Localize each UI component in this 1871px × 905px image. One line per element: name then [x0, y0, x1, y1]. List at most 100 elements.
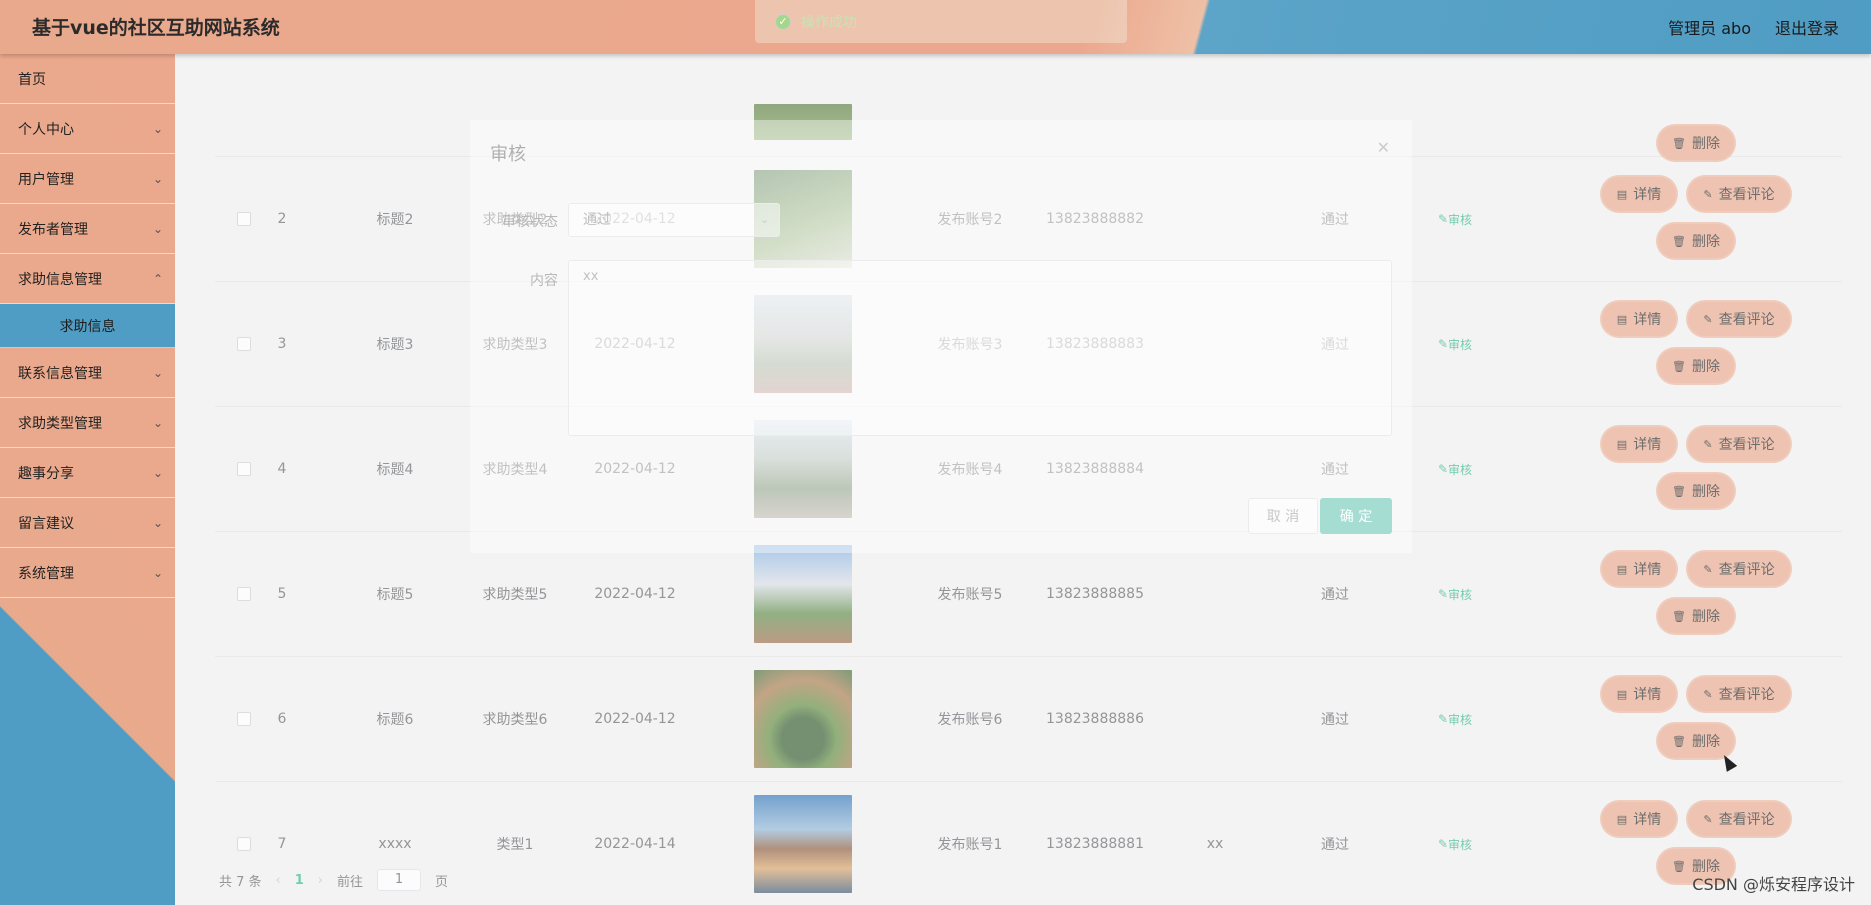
delete-button[interactable]: 🗑 删除	[1658, 224, 1734, 258]
detail-button[interactable]: ▤ 详情	[1602, 427, 1676, 461]
row-title: 标题2	[376, 212, 414, 228]
audit-link[interactable]: ✎ 审核	[1425, 157, 1485, 281]
audit-link[interactable]: ✎ 审核	[1425, 782, 1485, 905]
button-label: 删除	[1691, 359, 1720, 375]
row-checkbox[interactable]	[237, 337, 251, 351]
edit-icon: ✎	[1437, 337, 1449, 351]
trash-icon: 🗑	[1672, 234, 1686, 248]
row-content: xx	[1206, 836, 1224, 852]
audit-link[interactable]: ✎ 审核	[1425, 282, 1485, 406]
trash-icon: 🗑	[1672, 609, 1686, 623]
current-user[interactable]: 管理员 abo	[1668, 15, 1751, 39]
sidebar-item-help-types[interactable]: 求助类型管理 ⌄	[0, 398, 175, 448]
row-type: 求助类型6	[482, 712, 548, 728]
view-comments-button[interactable]: ✎ 查看评论	[1688, 802, 1790, 836]
goto-page-input[interactable]: 1	[377, 869, 422, 891]
confirm-button[interactable]: 确 定	[1320, 498, 1392, 534]
row-title: 标题4	[376, 462, 414, 478]
close-icon[interactable]: ✕	[1377, 138, 1390, 157]
row-checkbox[interactable]	[237, 712, 251, 726]
view-comments-button[interactable]: ✎ 查看评论	[1688, 177, 1790, 211]
row-index: 4	[277, 461, 287, 477]
delete-button[interactable]: 🗑 删除	[1658, 349, 1734, 383]
row-title: 标题3	[376, 337, 414, 353]
sidebar-item-label: 系统管理	[18, 565, 74, 582]
row-account: 发布账号1	[937, 837, 1003, 853]
audit-link[interactable]: ✎ 审核	[1425, 657, 1485, 781]
row-title: 标题6	[376, 712, 414, 728]
row-checkbox[interactable]	[237, 212, 251, 226]
sidebar-subitem-help-info[interactable]: 求助信息	[0, 304, 175, 348]
trash-icon: 🗑	[1672, 136, 1686, 150]
chevron-down-icon: ⌄	[152, 515, 163, 530]
status-select[interactable]: 通过 ⌄	[568, 203, 780, 237]
view-comments-button[interactable]: ✎ 查看评论	[1688, 302, 1790, 336]
sidebar-item-messages[interactable]: 留言建议 ⌄	[0, 498, 175, 548]
sidebar-item-system[interactable]: 系统管理 ⌄	[0, 548, 175, 598]
delete-button[interactable]: 🗑 删除	[1658, 474, 1734, 508]
row-thumbnail	[754, 795, 852, 893]
audit-link[interactable]: ✎ 审核	[1425, 532, 1485, 656]
check-circle-icon: ✓	[775, 13, 791, 30]
button-label: 查看评论	[1718, 437, 1775, 453]
sidebar-item-home[interactable]: 首页	[0, 54, 175, 104]
sidebar-item-help-info[interactable]: 求助信息管理 ⌃	[0, 254, 175, 304]
edit-icon: ✎	[1703, 437, 1713, 451]
sidebar: 首页 个人中心 ⌄ 用户管理 ⌄ 发布者管理 ⌄ 求助信息管理 ⌃ 求助信息 联系信息管…	[0, 54, 175, 905]
logout-button[interactable]: 退出登录	[1775, 15, 1839, 39]
sidebar-item-profile[interactable]: 个人中心 ⌄	[0, 104, 175, 154]
row-index: 2	[277, 211, 287, 227]
trash-icon: 🗑	[1672, 859, 1686, 873]
document-icon: ▤	[1616, 687, 1628, 701]
sidebar-item-label: 求助类型管理	[18, 415, 102, 432]
row-index: 3	[277, 336, 287, 352]
detail-button[interactable]: ▤ 详情	[1602, 802, 1676, 836]
content-textarea[interactable]: xx	[568, 260, 1392, 436]
sidebar-item-publishers[interactable]: 发布者管理 ⌄	[0, 204, 175, 254]
row-status: 通过	[1321, 837, 1349, 853]
sidebar-item-contact[interactable]: 联系信息管理 ⌄	[0, 348, 175, 398]
delete-button[interactable]: 🗑 删除	[1658, 126, 1734, 160]
next-page-icon[interactable]: ›	[318, 873, 323, 888]
sidebar-item-label: 用户管理	[18, 171, 74, 188]
edit-icon: ✎	[1437, 462, 1449, 476]
row-checkbox[interactable]	[237, 587, 251, 601]
trash-icon: 🗑	[1672, 734, 1686, 748]
sidebar-item-label: 留言建议	[18, 515, 74, 532]
button-label: 详情	[1633, 437, 1662, 453]
button-label: 查看评论	[1718, 312, 1775, 328]
pagination: 共 7 条 ‹ 1 › 前往 1 页	[219, 869, 448, 891]
dialog-title: 审核	[490, 144, 526, 165]
row-thumbnail	[754, 670, 852, 768]
page-number[interactable]: 1	[295, 873, 304, 888]
detail-button[interactable]: ▤ 详情	[1602, 177, 1676, 211]
sidebar-item-label: 求助信息管理	[18, 271, 102, 288]
row-date: 2022-04-14	[594, 836, 676, 852]
edit-icon: ✎	[1703, 187, 1713, 201]
sidebar-item-users[interactable]: 用户管理 ⌄	[0, 154, 175, 204]
chevron-down-icon: ⌄	[759, 213, 769, 226]
detail-button[interactable]: ▤ 详情	[1602, 302, 1676, 336]
view-comments-button[interactable]: ✎ 查看评论	[1688, 677, 1790, 711]
delete-button[interactable]: 🗑 删除	[1658, 724, 1734, 758]
edit-icon: ✎	[1437, 712, 1449, 726]
chevron-down-icon: ⌄	[152, 121, 163, 136]
audit-label: 审核	[1448, 462, 1473, 477]
prev-page-icon[interactable]: ‹	[276, 873, 281, 888]
sidebar-item-label: 发布者管理	[18, 221, 88, 238]
delete-button[interactable]: 🗑 删除	[1658, 599, 1734, 633]
detail-button[interactable]: ▤ 详情	[1602, 552, 1676, 586]
table-row: 6 标题6 求助类型6 2022-04-12 发布账号6 13823888886…	[215, 657, 1842, 782]
button-label: 查看评论	[1718, 812, 1775, 828]
row-checkbox[interactable]	[237, 837, 251, 851]
view-comments-button[interactable]: ✎ 查看评论	[1688, 427, 1790, 461]
row-checkbox[interactable]	[237, 462, 251, 476]
button-label: 详情	[1633, 812, 1662, 828]
sidebar-subitem-label: 求助信息	[59, 318, 116, 335]
cancel-button[interactable]: 取 消	[1248, 498, 1318, 534]
view-comments-button[interactable]: ✎ 查看评论	[1688, 552, 1790, 586]
sidebar-item-label: 联系信息管理	[18, 365, 102, 382]
sidebar-item-fun-share[interactable]: 趣事分享 ⌄	[0, 448, 175, 498]
detail-button[interactable]: ▤ 详情	[1602, 677, 1676, 711]
audit-link[interactable]: ✎ 审核	[1425, 407, 1485, 531]
